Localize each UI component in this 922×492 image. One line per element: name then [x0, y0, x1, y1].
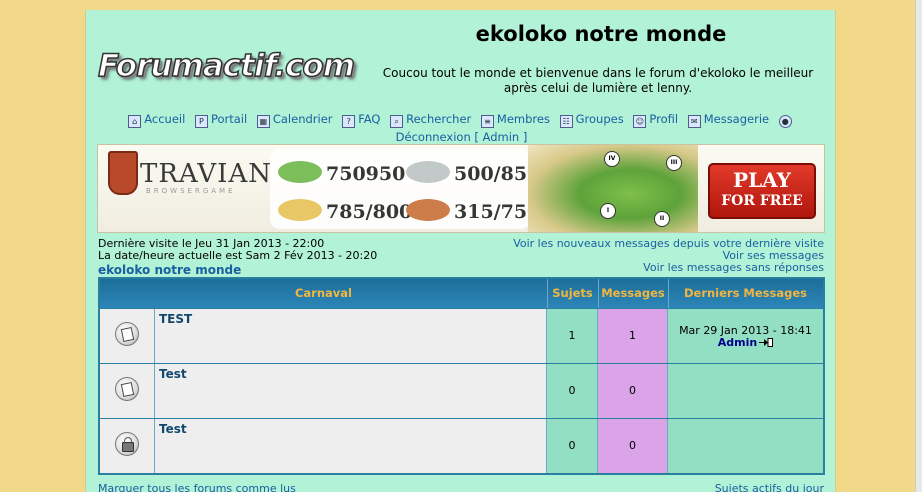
- main-nav: ⌂ Accueil P Portail ▦ Calendrier ? FAQ ⌕ Rech…: [96, 110, 827, 146]
- travian-banner[interactable]: TRAVIAN BROWSERGAME 750950 500/850 785/8…: [97, 144, 825, 233]
- wood-icon: [278, 161, 322, 183]
- forum-link[interactable]: TEST: [159, 312, 192, 326]
- nav-label: Portail: [210, 112, 248, 126]
- messages-count: 1: [598, 309, 668, 363]
- forum-icon-cell: [100, 309, 155, 363]
- messages-icon: ✉: [687, 115, 701, 128]
- messages-count: 0: [598, 419, 668, 473]
- last-post-cell: Mar 29 Jan 2013 - 18:41 Admin: [668, 309, 823, 363]
- nav-label: Rechercher: [406, 112, 472, 126]
- messages-header: Messages: [598, 279, 669, 308]
- for-free-label: FOR FREE: [721, 193, 803, 209]
- village-map: IV III I II: [528, 145, 698, 232]
- topics-count: 0: [547, 419, 598, 473]
- table-row: Test 0 0: [100, 364, 823, 418]
- goto-post-icon[interactable]: [759, 338, 774, 347]
- travian-brand: TRAVIAN: [140, 159, 272, 189]
- site-description: Coucou tout le monde et bienvenue dans l…: [382, 66, 814, 95]
- nav-label: Calendrier: [272, 112, 333, 126]
- active-topics-link[interactable]: Sujets actifs du jour: [715, 482, 824, 492]
- forum-name-cell: TEST: [155, 309, 547, 363]
- forumactif-logo[interactable]: Forumactif.com: [97, 47, 358, 88]
- travian-shield-icon: [108, 151, 138, 195]
- help-icon: ?: [342, 115, 356, 128]
- nav-portail[interactable]: P Portail: [194, 112, 248, 128]
- profile-icon: ☺: [633, 115, 647, 128]
- groups-icon: ☷: [559, 115, 573, 128]
- nav-faq[interactable]: ? FAQ: [342, 112, 381, 128]
- forum-read-icon: [115, 322, 139, 346]
- logout-icon: ●: [778, 115, 792, 128]
- map-marker: IV: [604, 151, 620, 167]
- play-label: PLAY: [733, 168, 791, 192]
- map-marker: III: [666, 155, 682, 171]
- nav-groupes[interactable]: ☷ Groupes: [559, 112, 624, 128]
- current-time: La date/heure actuelle est Sam 2 Fév 201…: [98, 249, 378, 262]
- nav-extra[interactable]: ●: [778, 112, 795, 128]
- nav-accueil[interactable]: ⌂ Accueil: [128, 112, 186, 128]
- forum-name-cell: Test: [155, 364, 547, 418]
- forum-table: Carnaval Sujets Messages Derniers Messag…: [98, 277, 825, 475]
- last-post-cell: [668, 364, 823, 418]
- nav-label: Accueil: [144, 112, 186, 126]
- site-title: ekoloko notre monde: [475, 22, 727, 46]
- nav-calendrier[interactable]: ▦ Calendrier: [256, 112, 333, 128]
- window-scrollbar[interactable]: [915, 0, 922, 492]
- nav-deconnexion[interactable]: Déconnexion [ Admin ]: [396, 130, 528, 144]
- play-for-free-button[interactable]: PLAY FOR FREE: [708, 163, 816, 219]
- topics-header: Sujets: [547, 279, 599, 308]
- members-icon: ≡: [480, 115, 494, 128]
- forum-icon-cell: [100, 419, 155, 473]
- search-icon: ⌕: [390, 115, 404, 128]
- nav-label: FAQ: [358, 112, 381, 126]
- nav-label: Membres: [496, 112, 550, 126]
- nav-profil[interactable]: ☺ Profil: [633, 112, 679, 128]
- mark-all-read-link[interactable]: Marquer tous les forums comme lus: [98, 482, 296, 492]
- map-marker: I: [600, 203, 616, 219]
- forum-locked-icon: [115, 432, 139, 456]
- wheat-icon: [278, 199, 322, 221]
- portal-icon: P: [194, 115, 208, 128]
- forum-read-icon: [115, 377, 139, 401]
- resources-panel: 750950 500/850 785/800 315/750: [270, 149, 540, 229]
- forum-link[interactable]: Test: [159, 422, 187, 436]
- forum-link[interactable]: Test: [159, 367, 187, 381]
- map-marker: II: [654, 211, 670, 227]
- last-messages-header: Derniers Messages: [683, 286, 808, 300]
- nav-membres[interactable]: ≡ Membres: [480, 112, 550, 128]
- logo-text: Forumactif.com: [97, 47, 356, 85]
- page-container: Forumactif.com ekoloko notre monde Couco…: [85, 10, 836, 492]
- topics-count: 0: [547, 364, 598, 418]
- visit-info: Dernière visite le Jeu 31 Jan 2013 - 22:…: [98, 238, 377, 262]
- last-post-cell: [668, 419, 823, 473]
- stone-icon: [406, 161, 450, 183]
- resource-crop: 785/800: [326, 201, 413, 223]
- last-post-author[interactable]: Admin: [718, 336, 757, 349]
- table-row: Test 0 0: [100, 419, 823, 473]
- messages-count: 0: [598, 364, 668, 418]
- last-post-author-wrap: Admin: [668, 336, 823, 349]
- breadcrumb[interactable]: ekoloko notre monde: [98, 263, 241, 277]
- forum-icon-cell: [100, 364, 155, 418]
- nav-label: Profil: [649, 112, 679, 126]
- category-header[interactable]: Carnaval: [100, 279, 548, 308]
- forum-name-cell: Test: [155, 419, 547, 473]
- resource-wood: 750950: [326, 163, 406, 185]
- calendar-icon: ▦: [256, 115, 270, 128]
- nav-label: Groupes: [575, 112, 624, 126]
- clay-icon: [406, 199, 450, 221]
- table-header: Carnaval Sujets Messages Derniers Messag…: [100, 279, 823, 308]
- link-unanswered[interactable]: Voir les messages sans réponses: [643, 261, 824, 274]
- table-row: TEST 1 1 Mar 29 Jan 2013 - 18:41 Admin: [100, 309, 823, 363]
- nav-rechercher[interactable]: ⌕ Rechercher: [390, 112, 472, 128]
- topics-count: 1: [547, 309, 598, 363]
- nav-label: Messagerie: [703, 112, 770, 126]
- message-links: Voir les nouveaux messages depuis votre …: [513, 238, 824, 274]
- nav-messagerie[interactable]: ✉ Messagerie: [687, 112, 770, 128]
- travian-brand-sub: BROWSERGAME: [146, 187, 236, 195]
- home-icon: ⌂: [128, 115, 142, 128]
